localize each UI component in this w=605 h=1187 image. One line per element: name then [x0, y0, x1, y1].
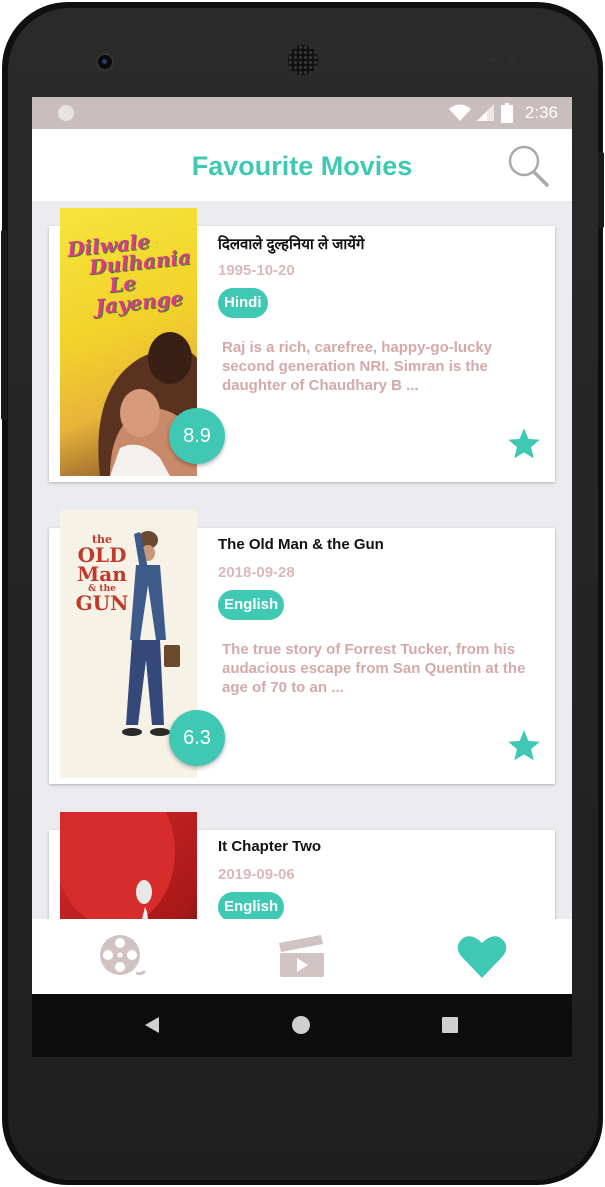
light-sensor: [508, 56, 514, 62]
notification-dot-icon: [58, 105, 74, 121]
back-button[interactable]: [139, 1012, 165, 1038]
system-navigation-bar: [32, 994, 572, 1057]
film-reel-icon: [100, 935, 146, 976]
back-triangle-icon: [145, 1017, 159, 1033]
front-camera: [96, 53, 114, 71]
favourite-star-icon[interactable]: [506, 728, 542, 764]
language-badge: Hindi: [218, 288, 268, 318]
poster-title: Dilwale Dulhania Le Jayenge: [65, 229, 192, 320]
screen: 2:36 Favourite Movies Dilwale Dulhania L…: [32, 97, 572, 1057]
status-bar: 2:36: [32, 97, 572, 129]
movie-overview: The true story of Forrest Tucker, from h…: [222, 641, 526, 696]
movie-poster[interactable]: [60, 812, 197, 919]
phone-device: 2:36 Favourite Movies Dilwale Dulhania L…: [0, 0, 605, 1187]
volume-button: [1, 230, 7, 420]
language-badge: English: [218, 590, 285, 620]
movie-overview: Raj is a rich, carefree, happy-go-lucky …: [222, 339, 493, 394]
proximity-sensor: [490, 56, 496, 62]
release-date: 1995-10-20: [218, 262, 295, 279]
search-icon: [508, 145, 549, 187]
earpiece-speaker: [288, 45, 318, 75]
bottom-navigation: [32, 919, 572, 994]
home-button[interactable]: [288, 1012, 314, 1038]
nav-movies-tab[interactable]: [92, 929, 152, 985]
app-bar: Favourite Movies: [32, 129, 572, 201]
poster-title: the OLD Man & the GUN: [75, 533, 129, 615]
movie-title: The Old Man & the Gun: [218, 536, 384, 553]
language-badge: English: [218, 892, 285, 919]
recents-square-icon: [442, 1017, 458, 1033]
movie-list[interactable]: Dilwale Dulhania Le Jayenge 8.9 दिलवाले …: [32, 201, 572, 919]
nav-favourites-tab[interactable]: [452, 929, 512, 985]
battery-icon: [500, 103, 513, 123]
recents-button[interactable]: [437, 1012, 463, 1038]
status-icons: 2:36: [448, 97, 558, 129]
rating-badge: 6.3: [169, 710, 225, 766]
rating-badge: 8.9: [169, 408, 225, 464]
favourite-star-icon[interactable]: [506, 426, 542, 462]
release-date: 2019-09-06: [218, 866, 295, 883]
clapperboard-icon: [279, 935, 324, 977]
power-button: [598, 152, 604, 228]
movie-title: दिलवाले दुल्हनिया ले जायेंगे: [218, 236, 365, 253]
home-circle-icon: [292, 1016, 310, 1034]
wifi-icon: [448, 104, 471, 121]
movie-title: It Chapter Two: [218, 838, 322, 855]
release-date: 2018-09-28: [218, 564, 295, 581]
nav-now-playing-tab[interactable]: [272, 929, 332, 985]
poster-art: [60, 812, 175, 919]
heart-icon: [457, 936, 507, 978]
signal-icon: [476, 104, 494, 121]
search-button[interactable]: [506, 144, 550, 188]
page-title: Favourite Movies: [191, 151, 413, 181]
status-time: 2:36: [524, 103, 558, 122]
